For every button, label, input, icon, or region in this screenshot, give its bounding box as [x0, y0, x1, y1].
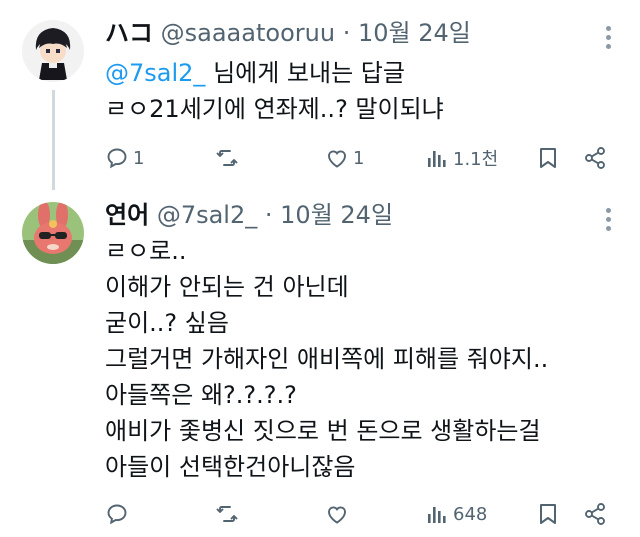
- separator-dot: ·: [264, 201, 273, 229]
- bookmark-icon: [537, 146, 559, 170]
- reply-button[interactable]: [105, 497, 133, 531]
- tweet-text-line: 이해가 안되는 건 아닌데: [105, 273, 349, 301]
- more-icon[interactable]: [606, 208, 612, 235]
- retweet-icon: [215, 502, 239, 526]
- retweet-icon: [215, 146, 239, 170]
- thread-line: [52, 90, 55, 190]
- tweet-text-line: 애비가 좇병신 짓으로 번 돈으로 생활하는걸: [105, 417, 541, 445]
- like-button[interactable]: [325, 497, 353, 531]
- separator-dot: ·: [342, 19, 351, 47]
- handle[interactable]: @saaaatooruu: [161, 19, 335, 47]
- avatar-hako[interactable]: [22, 20, 84, 82]
- action-bar: 648: [105, 497, 620, 531]
- tweet-text: ㄹㅇ21세기에 연좌제..? 말이되냐: [105, 95, 444, 123]
- reply-button[interactable]: 1: [105, 141, 144, 175]
- share-button[interactable]: [583, 141, 607, 175]
- tweet-reply-2[interactable]: 연어 @7sal2_ · 10월 24일 ㄹㅇ로.. 이해가 안되는 건 아닌데…: [0, 190, 640, 537]
- retweet-button[interactable]: [215, 497, 243, 531]
- bookmark-button[interactable]: [537, 141, 559, 175]
- bookmark-icon: [537, 502, 559, 526]
- tweet-date[interactable]: 10월 24일: [358, 19, 471, 47]
- views-icon: [427, 502, 449, 526]
- tweet-reply-1[interactable]: ハコ @saaaatooruu · 10월 24일 @7sal2_ 님에게 보내…: [0, 0, 640, 190]
- display-name[interactable]: 연어: [105, 201, 149, 229]
- share-icon: [583, 502, 607, 526]
- like-icon: [325, 146, 349, 170]
- tweet-header: ハコ @saaaatooruu · 10월 24일: [105, 18, 590, 48]
- tweet-text-line: ㄹㅇ로..: [105, 237, 187, 265]
- views-button[interactable]: 1.1천: [427, 141, 498, 175]
- tweet-header: 연어 @7sal2_ · 10월 24일: [105, 200, 590, 230]
- tweet-date[interactable]: 10월 24일: [280, 201, 393, 229]
- like-button[interactable]: 1: [325, 141, 364, 175]
- reply-to-mention[interactable]: @7sal2_: [105, 59, 205, 87]
- avatar-yeoneo[interactable]: [22, 202, 84, 264]
- like-icon: [325, 502, 349, 526]
- bookmark-button[interactable]: [537, 497, 559, 531]
- views-count: 648: [453, 503, 488, 525]
- views-button[interactable]: 648: [427, 497, 487, 531]
- tweet-text-line: 아들쪽은 왜?.?.?.?: [105, 381, 297, 409]
- reply-icon: [105, 146, 129, 170]
- display-name[interactable]: ハコ: [105, 19, 153, 47]
- views-icon: [427, 146, 449, 170]
- handle[interactable]: @7sal2_: [157, 201, 257, 229]
- reply-context: @7sal2_ 님에게 보내는 답글: [105, 56, 405, 90]
- retweet-button[interactable]: [215, 141, 243, 175]
- views-count: 1.1천: [453, 149, 499, 170]
- action-bar: 1 1 1.1천: [105, 141, 620, 175]
- share-icon: [583, 146, 607, 170]
- reply-icon: [105, 502, 129, 526]
- reply-to-label: 님에게 보내는 답글: [213, 59, 405, 87]
- like-count: 1: [353, 147, 365, 169]
- tweet-text-line: 아들이 선택한건아니잖음: [105, 453, 356, 481]
- share-button[interactable]: [583, 497, 607, 531]
- reply-count: 1: [133, 147, 145, 169]
- tweet-text-line: 그럴거면 가해자인 애비쪽에 피해를 줘야지..: [105, 345, 549, 373]
- more-icon[interactable]: [606, 26, 612, 53]
- tweet-text-line: 굳이..? 싶음: [105, 309, 229, 337]
